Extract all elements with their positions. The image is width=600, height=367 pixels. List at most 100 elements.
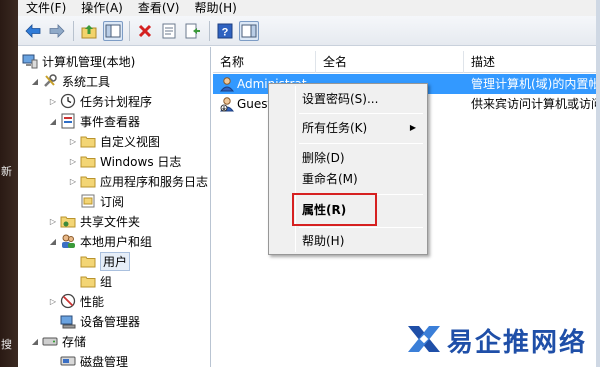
tree-node-windows-logs[interactable]: ▷ Windows 日志: [68, 151, 181, 171]
window-border: [596, 0, 600, 367]
show-tree-icon[interactable]: [103, 20, 123, 41]
column-header-name[interactable]: 名称: [213, 51, 316, 73]
expanded-arrow-icon[interactable]: ◢: [48, 237, 58, 246]
menu-item-label: 所有任务(K): [302, 121, 368, 135]
tree-label: 磁盘管理: [80, 354, 129, 367]
computer-management-icon: [22, 53, 38, 69]
tree-label: 组: [100, 274, 113, 289]
menu-item-help[interactable]: 帮助(H): [272, 231, 424, 251]
cell-description: 管理计算机(域)的内置帐: [471, 77, 596, 91]
toolbar-separator: [73, 20, 74, 41]
tree-node-system-tools[interactable]: ◢ 系统工具: [30, 71, 110, 91]
tree-node-device-manager[interactable]: 设备管理器: [60, 311, 140, 331]
collapsed-arrow-icon[interactable]: ▷: [48, 217, 58, 226]
forward-arrow-icon[interactable]: [47, 21, 67, 41]
context-menu: 设置密码(S)... 所有任务(K) ▶ 删除(D) 重命名(M) 属性(R) …: [268, 83, 428, 255]
menu-file[interactable]: 文件(F): [18, 0, 73, 16]
folder-icon: [80, 173, 96, 189]
expanded-arrow-icon[interactable]: ◢: [48, 117, 58, 126]
tree-node-users[interactable]: 用户: [80, 251, 131, 271]
action-pane-icon[interactable]: [239, 20, 259, 41]
tree-label: 存储: [62, 334, 87, 349]
folder-icon: [80, 273, 96, 289]
tree-node-subscriptions[interactable]: 订阅: [80, 191, 124, 211]
disabled-user-icon: [219, 94, 237, 114]
folder-icon: [80, 153, 96, 169]
toolbar-separator: [129, 20, 130, 41]
tree-label: Windows 日志: [100, 154, 182, 169]
tree-label: 本地用户和组: [80, 234, 153, 249]
expanded-arrow-icon[interactable]: ◢: [30, 337, 40, 346]
desktop-text-fragment: 新: [1, 165, 12, 178]
menu-action[interactable]: 操作(A): [73, 0, 130, 16]
column-header-fullname[interactable]: 全名: [316, 51, 464, 73]
tree-node-computer-management[interactable]: 计算机管理(本地): [22, 51, 135, 71]
list-header: 名称 全名 描述: [213, 51, 596, 73]
desktop-text-fragment: 搜: [1, 338, 12, 351]
event-viewer-icon: [60, 113, 76, 129]
submenu-arrow-icon: ▶: [409, 123, 416, 132]
tree-label: 订阅: [100, 194, 125, 209]
menu-item-all-tasks[interactable]: 所有任务(K) ▶: [272, 118, 424, 138]
column-header-description[interactable]: 描述: [464, 51, 596, 73]
collapsed-arrow-icon[interactable]: ▷: [48, 297, 58, 306]
tree-node-disk-management[interactable]: 磁盘管理: [60, 351, 128, 367]
menu-separator: [299, 113, 423, 114]
properties-icon[interactable]: [159, 21, 179, 41]
clock-icon: [60, 93, 76, 109]
tree-label: 应用程序和服务日志: [100, 174, 209, 189]
folder-icon: [80, 133, 96, 149]
tree-label: 计算机管理(本地): [42, 54, 136, 69]
watermark-logo: 易企推网络: [405, 318, 600, 362]
export-icon[interactable]: [183, 21, 203, 41]
desktop-background-strip: 新 搜: [0, 0, 18, 367]
subscriptions-icon: [80, 193, 96, 209]
tree-node-shared-folders[interactable]: ▷ 共享文件夹: [48, 211, 140, 231]
delete-icon[interactable]: [135, 21, 155, 41]
tree-label: 任务计划程序: [80, 94, 153, 109]
tree-label: 性能: [80, 294, 105, 309]
tree-node-event-viewer[interactable]: ◢ 事件查看器: [48, 111, 140, 131]
watermark-text: 易企推网络: [447, 327, 588, 358]
menu-separator: [299, 227, 423, 228]
watermark-emblem-icon: [405, 320, 443, 361]
collapsed-arrow-icon[interactable]: ▷: [68, 177, 78, 186]
tree-node-custom-views[interactable]: ▷ 自定义视图: [68, 131, 160, 151]
menu-separator: [299, 143, 423, 144]
menu-bar: 文件(F) 操作(A) 查看(V) 帮助(H): [18, 0, 596, 16]
system-tools-icon: [42, 73, 58, 89]
tree-label: 事件查看器: [80, 114, 141, 129]
collapsed-arrow-icon[interactable]: ▷: [48, 97, 58, 106]
expanded-arrow-icon[interactable]: ◢: [30, 77, 40, 86]
back-arrow-icon[interactable]: [23, 21, 43, 41]
tree-node-app-service-logs[interactable]: ▷ 应用程序和服务日志: [68, 171, 208, 191]
help-icon[interactable]: ?: [215, 21, 235, 41]
tree-label: 系统工具: [62, 74, 111, 89]
collapsed-arrow-icon[interactable]: ▷: [68, 157, 78, 166]
tree-label: 共享文件夹: [80, 214, 141, 229]
menu-item-delete[interactable]: 删除(D): [272, 148, 424, 168]
collapsed-arrow-icon[interactable]: ▷: [68, 137, 78, 146]
toolbar-separator: [209, 20, 210, 41]
menu-view[interactable]: 查看(V): [130, 0, 187, 16]
cell-description: 供来宾访问计算机或访问: [471, 97, 596, 111]
svg-text:?: ?: [222, 26, 229, 38]
up-folder-icon[interactable]: [79, 21, 99, 41]
tree-node-storage[interactable]: ◢ 存储: [30, 331, 86, 351]
tree-label: 自定义视图: [100, 134, 161, 149]
performance-icon: [60, 293, 76, 309]
navigation-tree: 计算机管理(本地) ◢ 系统工具 ▷ 任务计划程序 ◢ 事件查看器 ▷ 自定义视…: [18, 47, 211, 367]
shared-folder-icon: [60, 213, 76, 229]
menu-item-rename[interactable]: 重命名(M): [272, 169, 424, 189]
menu-item-set-password[interactable]: 设置密码(S)...: [272, 89, 424, 109]
tree-node-local-users-groups[interactable]: ◢ 本地用户和组: [48, 231, 152, 251]
tree-label: 设备管理器: [80, 314, 141, 329]
storage-icon: [42, 333, 58, 349]
tree-node-performance[interactable]: ▷ 性能: [48, 291, 104, 311]
users-groups-icon: [60, 233, 76, 249]
tree-node-groups[interactable]: 组: [80, 271, 112, 291]
menu-help[interactable]: 帮助(H): [186, 0, 243, 16]
user-icon: [219, 74, 237, 94]
tree-node-task-scheduler[interactable]: ▷ 任务计划程序: [48, 91, 152, 111]
disk-management-icon: [60, 353, 76, 367]
